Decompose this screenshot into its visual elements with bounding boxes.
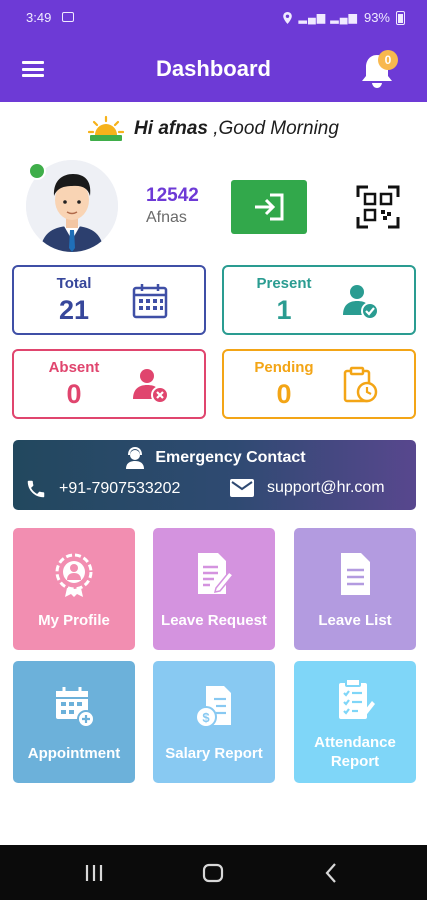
total-value: 21 [58,295,90,325]
calendar-icon [132,284,168,319]
status-right: ▂▄▆ ▂▄▆ 93% [283,10,405,25]
notification-button[interactable]: 0 [358,50,402,94]
support-agent-icon [126,446,145,469]
absent-label: Absent [48,359,100,376]
greeting-text: Hi afnas ,Good Morning [134,118,339,139]
svg-text:$: $ [202,710,210,725]
status-bar: 3:49 ▂▄▆ ▂▄▆ 93% [0,0,427,36]
present-label: Present [256,275,312,292]
attendance-report-label: Attendance Report [314,734,396,770]
status-time: 3:49 [26,10,52,25]
clipboard-clock-icon [343,366,378,403]
greeting: Hi afnas ,Good Morning [0,114,427,144]
emergency-contact-panel: Emergency Contact +91-7907533202 support… [13,440,416,510]
my-profile-tile[interactable]: My Profile [13,528,135,650]
pending-value: 0 [276,379,292,409]
gallery-notification-icon [62,12,74,22]
emergency-heading: Emergency Contact [13,446,416,470]
user-check-icon [343,285,379,320]
emergency-email: support@hr.com [267,479,385,496]
present-value: 1 [276,295,292,325]
total-label: Total [56,275,92,292]
emergency-phone: +91-7907533202 [59,480,181,497]
absent-value: 0 [66,379,82,409]
attendance-report-tile[interactable]: Attendance Report [294,661,416,783]
profile-badge-icon [55,553,93,597]
salary-report-tile[interactable]: $ Salary Report [153,661,275,783]
check-in-button[interactable] [231,180,307,234]
pending-days-card[interactable]: Pending 0 [222,349,416,419]
signal-icon: ▂▄▆ ▂▄▆ [298,12,358,24]
appointment-label: Appointment [27,745,121,762]
absent-days-card[interactable]: Absent 0 [12,349,206,419]
location-icon [283,11,293,24]
recent-apps-icon[interactable] [82,861,106,885]
emergency-title: Emergency Contact [155,449,306,466]
battery-icon [396,10,405,25]
home-icon[interactable] [201,861,225,885]
appointment-tile[interactable]: Appointment [13,661,135,783]
document-list-icon [341,553,370,595]
avatar[interactable] [26,160,118,252]
mail-icon [230,479,254,497]
pending-label: Pending [254,359,314,376]
salary-document-icon: $ [195,686,231,728]
qr-scan-icon[interactable] [356,185,400,229]
system-nav-bar [0,845,427,900]
present-days-card[interactable]: Present 1 [222,265,416,335]
greeting-username: afnas [158,118,208,139]
my-profile-label: My Profile [38,612,110,629]
online-status-dot [28,162,46,180]
document-edit-icon [198,553,234,594]
employee-name: Afnas [146,209,187,226]
calendar-add-icon [56,687,94,728]
battery-percent: 93% [363,10,390,25]
leave-request-label: Leave Request [161,612,267,629]
clipboard-check-icon [339,678,375,719]
leave-list-label: Leave List [318,612,392,629]
login-arrow-icon [255,193,284,221]
user-remove-icon [133,369,169,404]
sunrise-icon [88,115,125,141]
total-days-card[interactable]: Total 21 [12,265,206,335]
emergency-email-link[interactable]: support@hr.com [229,478,385,498]
notification-badge: 0 [378,50,398,70]
back-icon[interactable] [320,861,344,885]
employee-id: 12542 [146,185,199,206]
leave-list-tile[interactable]: Leave List [294,528,416,650]
salary-report-label: Salary Report [165,745,263,762]
phone-icon [27,480,45,498]
app-bar: Dashboard 0 [0,36,427,102]
leave-request-tile[interactable]: Leave Request [153,528,275,650]
emergency-phone-link[interactable]: +91-7907533202 [25,478,180,500]
